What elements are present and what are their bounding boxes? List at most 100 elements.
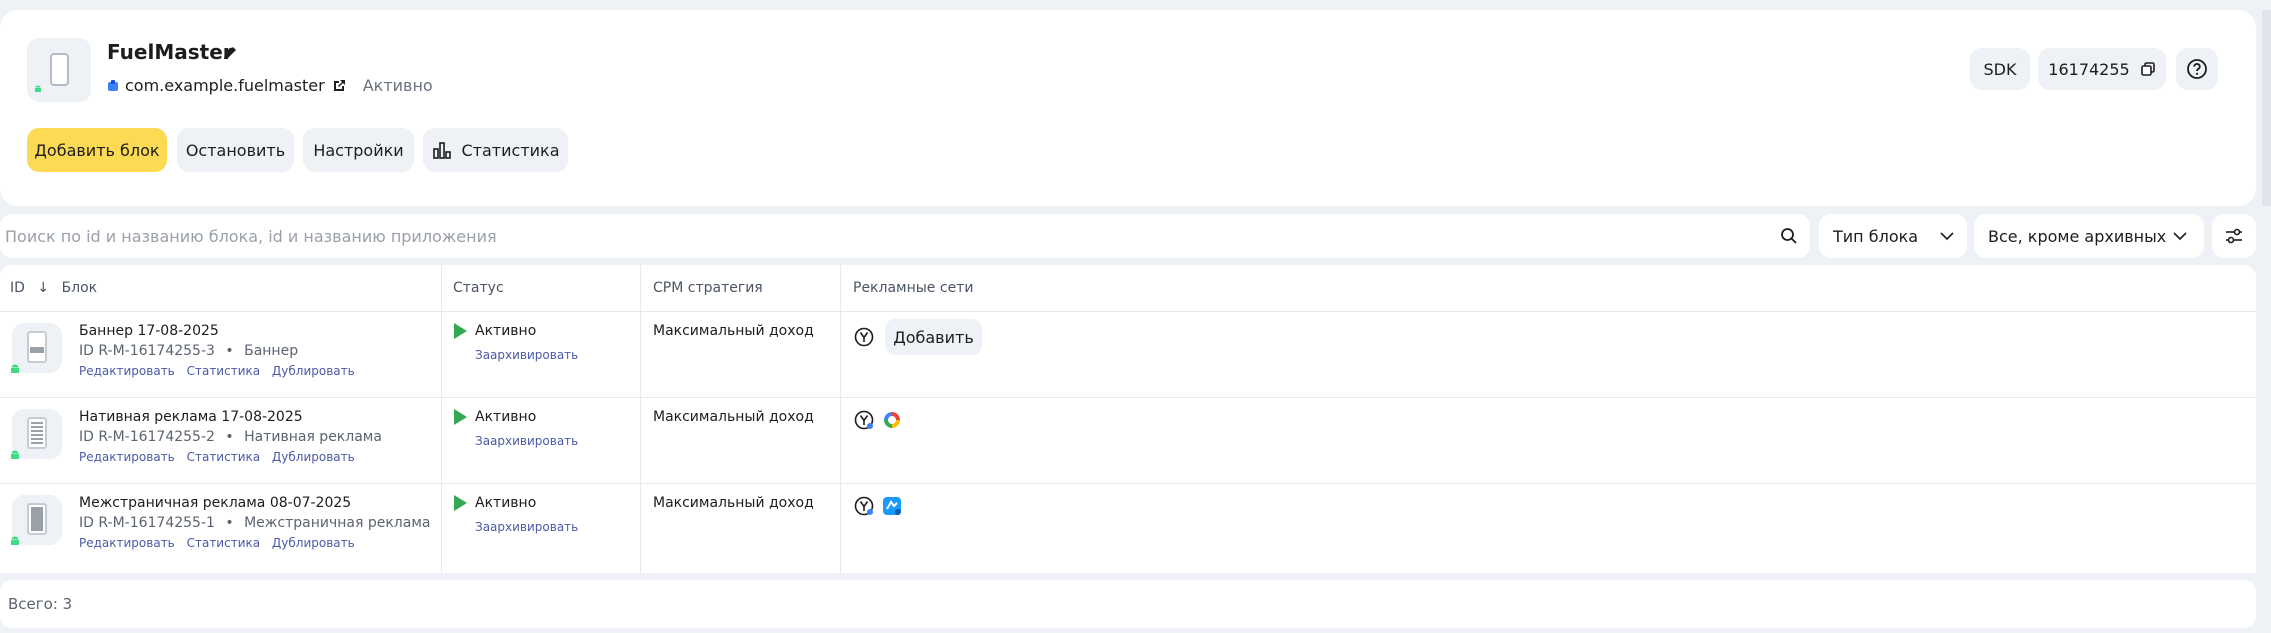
app-id-copy[interactable]: 16174255: [2038, 48, 2166, 90]
store-logo-icon: [108, 79, 118, 91]
edit-link[interactable]: Редактировать: [79, 364, 175, 378]
partner-network-icon: [883, 497, 901, 515]
separator-dot: •: [225, 515, 234, 531]
phone-icon: [50, 53, 69, 86]
block-meta: ID R-M-16174255-1 • Межстраничная реклам…: [79, 515, 430, 531]
play-icon: [454, 323, 467, 339]
status-cell: Активно: [454, 323, 536, 339]
external-link-icon[interactable]: [331, 78, 347, 94]
block-name[interactable]: Нативная реклама 17-08-2025: [79, 409, 303, 425]
table-row: Нативная реклама 17-08-2025 ID R-M-16174…: [0, 397, 2256, 483]
total-count: Всего: 3: [8, 595, 73, 613]
block-links: Редактировать Статистика Дублировать: [79, 536, 363, 550]
header-block: Блок: [61, 280, 98, 296]
filter-settings-button[interactable]: [2212, 214, 2256, 258]
stats-link[interactable]: Статистика: [187, 364, 261, 378]
chevron-down-icon: [2173, 232, 2187, 241]
header-networks: Рекламные сети: [853, 280, 974, 296]
phone-icon: [27, 331, 47, 363]
cpm-strategy: Максимальный доход: [653, 323, 814, 339]
native-thumbnail: [11, 409, 62, 459]
table-row: Межстраничная реклама 08-07-2025 ID R-M-…: [0, 483, 2256, 569]
archive-link[interactable]: Заархивировать: [475, 348, 578, 362]
play-icon: [454, 409, 467, 425]
sort-arrow-icon: ↓: [37, 280, 50, 296]
ad-networks: [853, 495, 909, 517]
phone-icon: [27, 503, 47, 535]
duplicate-link[interactable]: Дублировать: [272, 536, 355, 550]
status-cell: Активно: [454, 409, 536, 425]
separator-dot: •: [225, 343, 234, 359]
block-links: Редактировать Статистика Дублировать: [79, 364, 363, 378]
android-badge-icon: [35, 85, 41, 92]
status-cell: Активно: [454, 495, 536, 511]
stats-link[interactable]: Статистика: [187, 450, 261, 464]
cpm-strategy: Максимальный доход: [653, 495, 814, 511]
partner-network-icon: [884, 412, 900, 428]
android-icon: [11, 450, 19, 459]
duplicate-link[interactable]: Дублировать: [272, 364, 355, 378]
separator-dot: •: [225, 429, 234, 445]
block-links: Редактировать Статистика Дублировать: [79, 450, 363, 464]
statistics-button[interactable]: Статистика: [423, 128, 568, 172]
right-edge-panel: [2262, 10, 2271, 206]
search-icon[interactable]: [1779, 226, 1799, 246]
yandex-network-icon: [854, 496, 874, 516]
play-icon: [454, 495, 467, 511]
edit-link[interactable]: Редактировать: [79, 536, 175, 550]
stop-button[interactable]: Остановить: [177, 128, 294, 172]
archive-link[interactable]: Заархивировать: [475, 434, 578, 448]
add-network-button[interactable]: Добавить: [885, 319, 982, 355]
header-cpm: CPM стратегия: [653, 280, 763, 296]
blocks-table: ID ↓ Блок Статус CPM стратегия Рекламные…: [0, 265, 2256, 573]
table-row: Баннер 17-08-2025 ID R-M-16174255-3 • Ба…: [0, 311, 2256, 397]
help-button[interactable]: [2176, 48, 2218, 90]
ad-networks: Добавить: [853, 319, 982, 355]
android-icon: [11, 536, 19, 545]
copy-icon[interactable]: [2140, 61, 2156, 77]
block-type-dropdown[interactable]: Тип блока: [1819, 214, 1967, 258]
header-id[interactable]: ID ↓ Блок: [10, 280, 97, 296]
package-row: com.example.fuelmaster Активно: [107, 76, 433, 95]
ad-networks: [853, 409, 909, 431]
yandex-network-icon: [854, 327, 874, 347]
archive-filter-dropdown[interactable]: Все, кроме архивных: [1974, 214, 2204, 258]
block-meta: ID R-M-16174255-3 • Баннер: [79, 343, 298, 359]
edit-link[interactable]: Редактировать: [79, 450, 175, 464]
statistics-label: Статистика: [461, 140, 560, 160]
status-label: Активно: [475, 495, 537, 511]
stats-link[interactable]: Статистика: [187, 536, 261, 550]
chevron-down-icon: [1940, 232, 1954, 241]
pencil-icon[interactable]: [219, 42, 241, 64]
phone-icon: [27, 417, 47, 449]
duplicate-link[interactable]: Дублировать: [272, 450, 355, 464]
archive-filter-label: Все, кроме архивных: [1988, 226, 2167, 246]
block-type: Нативная реклама: [244, 429, 382, 445]
app-status: Активно: [362, 76, 433, 95]
block-name[interactable]: Межстраничная реклама 08-07-2025: [79, 495, 351, 511]
search-bar: [0, 214, 1810, 258]
archive-link[interactable]: Заархивировать: [475, 520, 578, 534]
block-type-label: Тип блока: [1833, 226, 1919, 246]
sdk-button[interactable]: SDK: [1970, 48, 2030, 90]
header-status: Статус: [453, 280, 504, 296]
android-icon: [11, 364, 19, 373]
block-type: Межстраничная реклама: [244, 515, 431, 531]
bar-chart-icon: [432, 142, 451, 159]
yandex-network-icon: [854, 410, 874, 430]
block-type: Баннер: [244, 343, 299, 359]
app-id: 16174255: [2048, 59, 2130, 79]
search-input[interactable]: [5, 214, 1745, 258]
app-header-card: FuelMaster com.example.fuelmaster Активн…: [0, 10, 2256, 206]
block-id: ID R-M-16174255-2: [79, 429, 215, 445]
question-icon: [2187, 59, 2207, 79]
sliders-icon: [2226, 228, 2242, 244]
block-id: ID R-M-16174255-1: [79, 515, 215, 531]
status-label: Активно: [475, 409, 537, 425]
interstitial-thumbnail: [11, 495, 62, 545]
block-name[interactable]: Баннер 17-08-2025: [79, 323, 219, 339]
app-icon: [27, 38, 91, 102]
add-block-button[interactable]: Добавить блок: [27, 128, 167, 172]
settings-button[interactable]: Настройки: [303, 128, 414, 172]
status-label: Активно: [475, 323, 537, 339]
